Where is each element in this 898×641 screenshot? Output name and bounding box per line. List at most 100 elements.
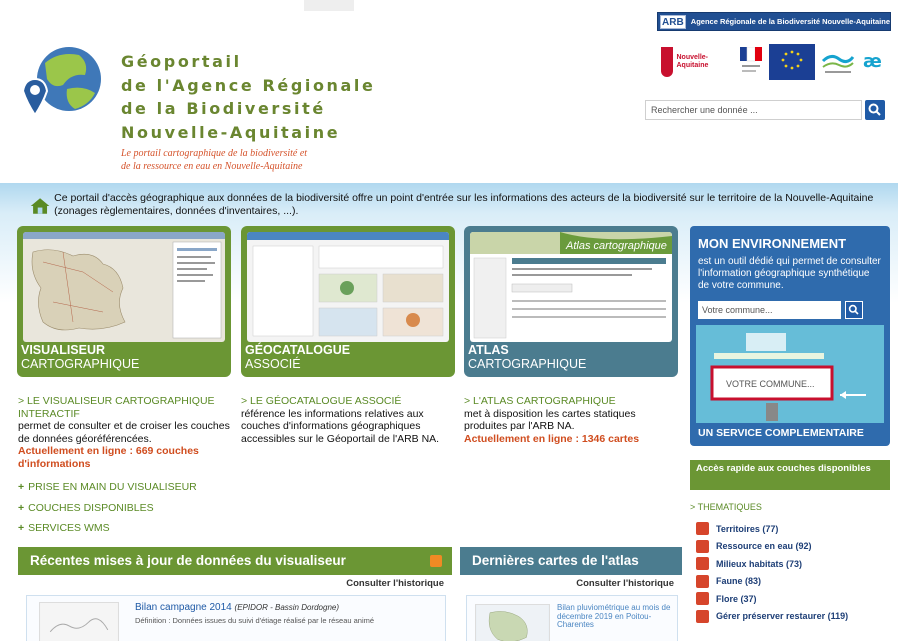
site-title[interactable]: Géoportail de l'Agence Régionale de la B… bbox=[121, 50, 375, 144]
map-thumbnail bbox=[475, 604, 550, 641]
tile-title: VISUALISEUR CARTOGRAPHIQUE bbox=[21, 343, 139, 371]
plus-link-item[interactable]: + PRISE EN MAIN DU VISUALISEUR bbox=[18, 477, 197, 498]
geocatalogue-description: > LE GÉOCATALOGUE ASSOCIÉ référence les … bbox=[241, 395, 456, 445]
env-description: est un outil dédié qui permet de consult… bbox=[698, 256, 881, 291]
tile-atlas[interactable]: Atlas cartographique ATLAS CARTOGRAPHIQU… bbox=[464, 226, 678, 377]
dreal-logo[interactable] bbox=[821, 44, 855, 80]
tile-title-sub: ASSOCIÉ bbox=[245, 357, 301, 371]
site-title-line: de l'Agence Régionale bbox=[121, 75, 376, 95]
quick-item-ressource-eau[interactable]: Ressource en eau (92) bbox=[690, 538, 890, 556]
tile-title: GÉOCATALOGUE ASSOCIÉ bbox=[245, 343, 350, 371]
quick-access-panel: Accès rapide aux couches disponibles > T… bbox=[690, 460, 890, 641]
recent-history-link[interactable]: Consulter l'historique bbox=[18, 578, 452, 589]
search-input[interactable]: Rechercher une donnée ... bbox=[645, 100, 862, 120]
quick-item-label: Gérer préserver restaurer (119) bbox=[716, 611, 849, 622]
geocatalogue-preview-image bbox=[247, 232, 449, 342]
site-subtitle-line: de la ressource en eau en Nouvelle-Aquit… bbox=[121, 161, 303, 172]
quick-item-gerer[interactable]: Gérer préserver restaurer (119) bbox=[690, 608, 890, 626]
update-title: Bilan campagne 2014 (EPIDOR - Bassin Dor… bbox=[135, 602, 339, 613]
visualiseur-description: > LE VISUALISEUR CARTOGRAPHIQUE INTERACT… bbox=[18, 395, 233, 470]
manage-icon bbox=[696, 609, 709, 623]
quick-item-label: Ressource en eau (92) bbox=[716, 541, 812, 552]
plus-link-item[interactable]: + COUCHES DISPONIBLES bbox=[18, 498, 197, 519]
water-icon bbox=[696, 539, 709, 553]
env-title: MON ENVIRONNEMENT bbox=[698, 236, 847, 251]
nouvelle-aquitaine-logo[interactable]: Nouvelle-Aquitaine bbox=[661, 44, 733, 80]
search-icon bbox=[868, 103, 881, 116]
quick-item-flore[interactable]: Flore (37) bbox=[690, 590, 890, 608]
geocatalogue-desc: référence les informations relatives aux… bbox=[241, 407, 440, 445]
recent-updates-title: Récentes mises à jour de données du visu… bbox=[30, 553, 346, 568]
quick-item-label: Territoires (77) bbox=[716, 523, 779, 534]
globe-logo-icon[interactable] bbox=[19, 43, 107, 121]
update-title-text: Bilan campagne 2014 bbox=[135, 602, 232, 613]
env-visual-image[interactable]: VOTRE COMMUNE... bbox=[696, 325, 884, 423]
habitat-icon bbox=[696, 557, 709, 571]
maps-history-link[interactable]: Consulter l'historique bbox=[460, 578, 682, 589]
tile-title-sub: CARTOGRAPHIQUE bbox=[21, 357, 140, 371]
home-icon[interactable] bbox=[30, 195, 50, 217]
wave-logo-icon bbox=[821, 54, 855, 73]
visualiseur-preview-image bbox=[23, 232, 225, 342]
update-card[interactable]: Bilan campagne 2014 (EPIDOR - Bassin Dor… bbox=[26, 595, 446, 641]
tile-visualiseur[interactable]: VISUALISEUR CARTOGRAPHIQUE bbox=[17, 226, 231, 377]
tile-title: ATLAS CARTOGRAPHIQUE bbox=[468, 343, 586, 371]
site-title-line: Géoportail bbox=[121, 52, 242, 71]
atlas-desc: met à disposition les cartes statiques p… bbox=[464, 407, 636, 433]
map-title: Bilan pluviométrique au mois de décembre… bbox=[557, 603, 671, 630]
visualiseur-link[interactable]: > LE VISUALISEUR CARTOGRAPHIQUE INTERACT… bbox=[18, 395, 233, 420]
map-card[interactable]: Bilan pluviométrique au mois de décembre… bbox=[466, 595, 678, 641]
visualiseur-desc: permet de consulter et de croiser les co… bbox=[18, 420, 230, 445]
arb-logo: ARB bbox=[660, 14, 686, 29]
plus-icon: + bbox=[18, 481, 25, 493]
atlas-link[interactable]: > L'ATLAS CARTOGRAPHIQUE bbox=[464, 395, 669, 408]
env-footer: UN SERVICE COMPLEMENTAIRE bbox=[698, 427, 864, 439]
flora-icon bbox=[696, 592, 709, 606]
atlas-preview-image: Atlas cartographique bbox=[470, 232, 672, 342]
european-union-logo[interactable] bbox=[769, 44, 815, 80]
quick-item-label: Flore (37) bbox=[716, 593, 757, 604]
quick-category[interactable]: > THEMATIQUES bbox=[690, 502, 890, 512]
atlas-description: > L'ATLAS CARTOGRAPHIQUE met à dispositi… bbox=[464, 395, 669, 445]
quick-item-faune[interactable]: Faune (83) bbox=[690, 573, 890, 591]
rss-icon[interactable] bbox=[430, 555, 442, 567]
commune-input[interactable]: Votre commune... bbox=[698, 301, 841, 319]
geocatalogue-link[interactable]: > LE GÉOCATALOGUE ASSOCIÉ bbox=[241, 395, 456, 408]
plus-icon: + bbox=[18, 501, 25, 514]
plus-link-item[interactable]: + SERVICES WMS bbox=[18, 518, 197, 539]
fauna-icon bbox=[696, 574, 709, 588]
latest-maps-title: Dernières cartes de l'atlas bbox=[472, 553, 639, 568]
update-source: (EPIDOR - Bassin Dordogne) bbox=[234, 603, 340, 612]
extra-links: + PRISE EN MAIN DU VISUALISEUR + COUCHES D… bbox=[18, 477, 197, 539]
search-icon bbox=[848, 304, 859, 315]
arb-banner[interactable]: ARB Agence Régionale de la Biodiversité … bbox=[657, 12, 891, 31]
recent-updates-header: Récentes mises à jour de données du visu… bbox=[18, 547, 452, 575]
atlas-count: Actuellement en ligne : 1346 cartes bbox=[464, 432, 640, 445]
site-title-line: de la Biodiversité bbox=[121, 99, 326, 118]
update-thumbnail bbox=[39, 602, 119, 641]
republique-francaise-logo[interactable] bbox=[739, 44, 763, 80]
tile-title-main: VISUALISEUR bbox=[21, 343, 106, 357]
ae-logo-icon: æ bbox=[863, 51, 882, 72]
eu-stars-icon bbox=[772, 46, 812, 78]
main-content: Ce portail d'accès géographique aux donn… bbox=[0, 183, 898, 641]
latest-maps-panel: Dernières cartes de l'atlas Consulter l'… bbox=[460, 547, 682, 641]
update-description: Définition : Données issues du suivi d'é… bbox=[135, 616, 375, 625]
tile-title-main: GÉOCATALOGUE bbox=[245, 343, 351, 357]
agence-eau-logo[interactable]: æ bbox=[861, 44, 889, 80]
partner-logos: Nouvelle-Aquitaine æ bbox=[661, 42, 889, 82]
region-shield-icon bbox=[661, 47, 674, 77]
plus-icon: + bbox=[18, 522, 25, 534]
tile-title-main: ATLAS bbox=[468, 343, 509, 357]
tile-geocatalogue[interactable]: GÉOCATALOGUE ASSOCIÉ bbox=[241, 226, 455, 377]
quick-item-territoires[interactable]: Territoires (77) bbox=[690, 520, 890, 538]
commune-search-button[interactable] bbox=[845, 301, 863, 319]
search-button[interactable] bbox=[865, 100, 885, 120]
plus-link-label: COUCHES DISPONIBLES bbox=[28, 501, 154, 514]
quick-item-milieux[interactable]: Milieux habitats (73) bbox=[690, 555, 890, 573]
quick-item-label: Faune (83) bbox=[716, 576, 762, 587]
atlas-banner-text: Atlas cartographique bbox=[565, 240, 667, 252]
top-tab[interactable] bbox=[304, 0, 354, 11]
site-subtitle-line: Le portail cartographique de la biodiver… bbox=[121, 148, 308, 159]
svg-text:æ: æ bbox=[863, 51, 882, 72]
